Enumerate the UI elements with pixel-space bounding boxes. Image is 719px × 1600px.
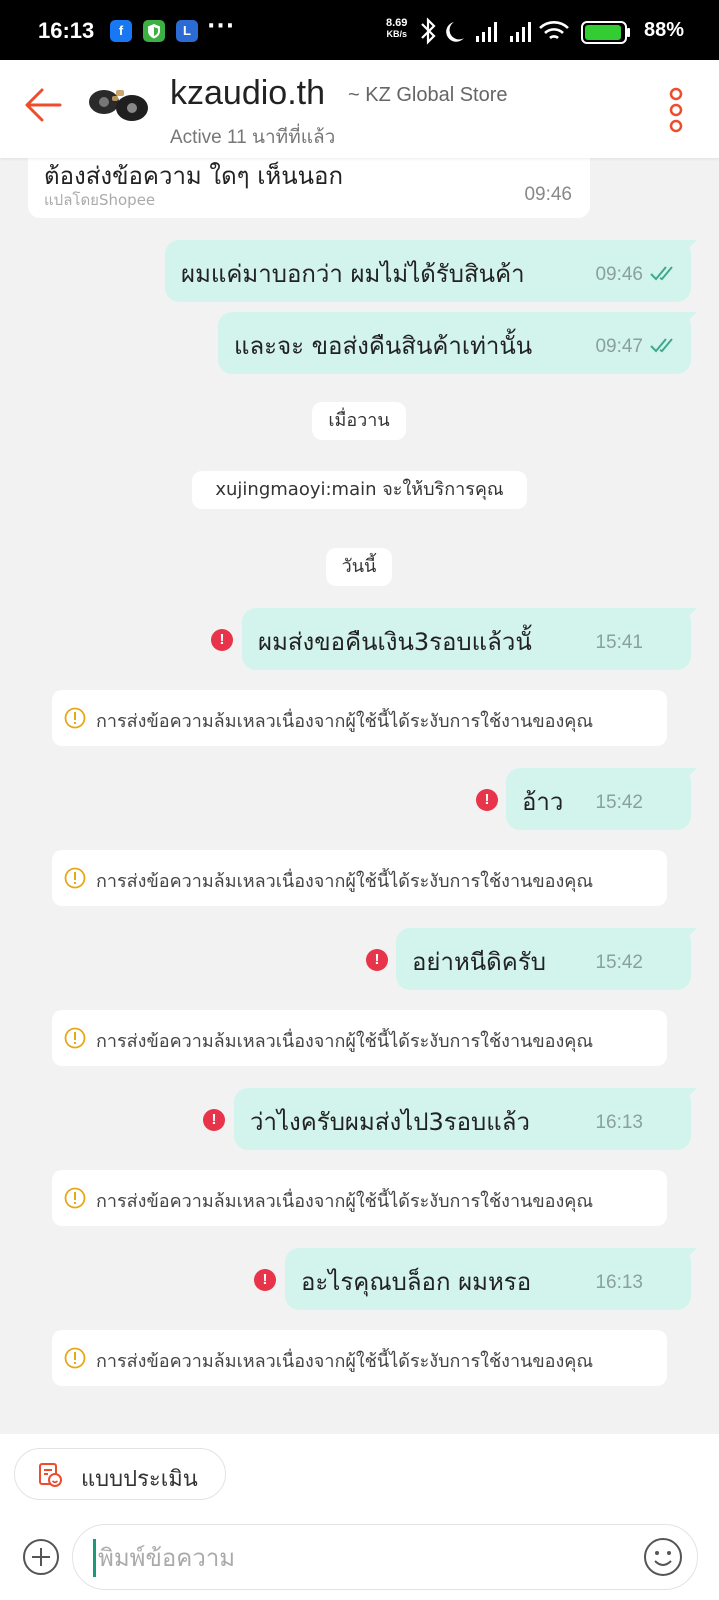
sent-message[interactable]: และจะ ขอส่งคืนสินค้าเท่านั้น 09:47 — [218, 312, 691, 374]
warning-icon — [64, 867, 86, 889]
failed-message[interactable]: ว่าไงครับผมส่งไป3รอบแล้ว 16:13 — [234, 1088, 691, 1150]
more-notifications-icon: ··· — [207, 14, 236, 39]
message-input[interactable] — [93, 1539, 613, 1577]
emoji-button[interactable] — [643, 1537, 683, 1577]
chat-header: kzaudio.th ~ KZ Global Store Active 11 น… — [0, 60, 719, 158]
message-time: 15:42 — [595, 792, 643, 813]
network-speed-unit: KB/s — [386, 29, 407, 39]
message-time: 09:46 — [595, 264, 643, 285]
date-separator: เมื่อวาน — [312, 402, 406, 440]
chat-input-area: แบบประเมิน — [0, 1434, 719, 1600]
date-separator: วันนี้ — [326, 548, 392, 586]
smiley-icon — [644, 1538, 682, 1576]
moon-icon — [446, 22, 464, 42]
network-speed-value: 8.69 — [386, 17, 408, 29]
message-text: ผมส่งขอคืนเงิน3รอบแล้วนั้ — [258, 628, 532, 656]
rate-label: แบบประเมิน — [81, 1467, 198, 1492]
message-time: 09:46 — [524, 184, 572, 205]
error-icon[interactable]: ! — [203, 1109, 225, 1131]
message-text: อ้าว — [522, 788, 564, 816]
more-options-button[interactable] — [664, 86, 688, 134]
facebook-icon: f — [110, 20, 132, 42]
failure-notice: การส่งข้อความล้มเหลวเนื่องจากผู้ใช้นี้ได… — [52, 1330, 667, 1386]
shield-icon — [143, 20, 165, 42]
shop-name[interactable]: kzaudio.th — [170, 74, 325, 113]
message-time: 15:42 — [595, 952, 643, 973]
message-text: ผมแค่มาบอกว่า ผมไม่ได้รับสินค้า — [181, 260, 525, 288]
l-app-icon: L — [176, 20, 198, 42]
wifi-icon — [539, 21, 569, 40]
failed-message[interactable]: ผมส่งขอคืนเงิน3รอบแล้วนั้ 15:41 — [242, 608, 691, 670]
notice-text: การส่งข้อความล้มเหลวเนื่องจากผู้ใช้นี้ได… — [96, 871, 594, 892]
message-text: อย่าหนีดิครับ — [412, 948, 546, 976]
status-time: 16:13 — [38, 18, 95, 43]
message-time: 16:13 — [595, 1112, 643, 1133]
warning-icon — [64, 1347, 86, 1369]
warning-icon — [64, 1187, 86, 1209]
translated-label: แปลโดยShopee — [44, 191, 156, 209]
chat-messages[interactable]: ต้องส่งข้อความ ใดๆ เห็นนอก แปลโดยShopee … — [0, 158, 719, 1434]
service-notice: xujingmaoyi:main จะให้บริการคุณ — [192, 471, 527, 509]
status-icons — [421, 17, 630, 45]
message-time: 16:13 — [595, 1272, 643, 1293]
error-icon[interactable]: ! — [366, 949, 388, 971]
warning-icon — [64, 1027, 86, 1049]
failure-notice: การส่งข้อความล้มเหลวเนื่องจากผู้ใช้นี้ได… — [52, 1010, 667, 1066]
message-input-container — [72, 1524, 698, 1590]
add-attachment-button[interactable] — [22, 1538, 60, 1576]
sent-message[interactable]: ผมแค่มาบอกว่า ผมไม่ได้รับสินค้า 09:46 — [165, 240, 691, 302]
rating-form-icon — [39, 1463, 62, 1487]
failed-message[interactable]: อะไรคุณบล็อก ผมหรอ 16:13 — [285, 1248, 691, 1310]
message-text: ว่าไงครับผมส่งไป3รอบแล้ว — [250, 1108, 530, 1136]
message-text: อะไรคุณบล็อก ผมหรอ — [301, 1268, 532, 1296]
earphones-image — [89, 90, 148, 121]
active-status: Active 11 นาทีที่แล้ว — [170, 127, 336, 148]
message-time: 09:47 — [595, 336, 643, 357]
plus-circle-icon — [23, 1539, 59, 1575]
battery-percent: 88% — [644, 19, 685, 41]
notice-text: การส่งข้อความล้มเหลวเนื่องจากผู้ใช้นี้ได… — [96, 1031, 594, 1052]
read-ticks-icon — [650, 338, 673, 353]
failure-notice: การส่งข้อความล้มเหลวเนื่องจากผู้ใช้นี้ได… — [52, 1170, 667, 1226]
error-icon[interactable]: ! — [476, 789, 498, 811]
message-text: และจะ ขอส่งคืนสินค้าเท่านั้น — [234, 332, 533, 360]
network-speed: 8.69 KB/s — [386, 18, 407, 40]
shop-avatar[interactable] — [84, 80, 154, 130]
vertical-dots-icon — [669, 87, 683, 133]
battery-icon — [581, 21, 630, 44]
signal-icon-1 — [476, 22, 497, 42]
failure-notice: การส่งข้อความล้มเหลวเนื่องจากผู้ใช้นี้ได… — [52, 690, 667, 746]
error-icon[interactable]: ! — [211, 629, 233, 651]
notice-text: การส่งข้อความล้มเหลวเนื่องจากผู้ใช้นี้ได… — [96, 711, 594, 732]
rate-button[interactable]: แบบประเมิน — [14, 1448, 226, 1500]
incoming-message[interactable]: ต้องส่งข้อความ ใดๆ เห็นนอก แปลโดยShopee … — [28, 158, 590, 218]
failed-message[interactable]: อ้าว 15:42 — [506, 768, 691, 830]
warning-icon — [64, 707, 86, 729]
back-arrow-icon — [25, 88, 62, 122]
notice-text: การส่งข้อความล้มเหลวเนื่องจากผู้ใช้นี้ได… — [96, 1351, 594, 1372]
read-ticks-icon — [650, 266, 673, 281]
notice-text: การส่งข้อความล้มเหลวเนื่องจากผู้ใช้นี้ได… — [96, 1191, 594, 1212]
error-icon[interactable]: ! — [254, 1269, 276, 1291]
store-label: ~ KZ Global Store — [348, 84, 508, 106]
failed-message[interactable]: อย่าหนีดิครับ 15:42 — [396, 928, 691, 990]
bluetooth-icon — [421, 17, 436, 45]
failure-notice: การส่งข้อความล้มเหลวเนื่องจากผู้ใช้นี้ได… — [52, 850, 667, 906]
signal-icon-2 — [510, 22, 531, 42]
back-button[interactable] — [20, 82, 66, 128]
status-bar: 16:13 f L ··· 8.69 KB/s 88% — [0, 0, 719, 60]
message-time: 15:41 — [595, 632, 643, 653]
